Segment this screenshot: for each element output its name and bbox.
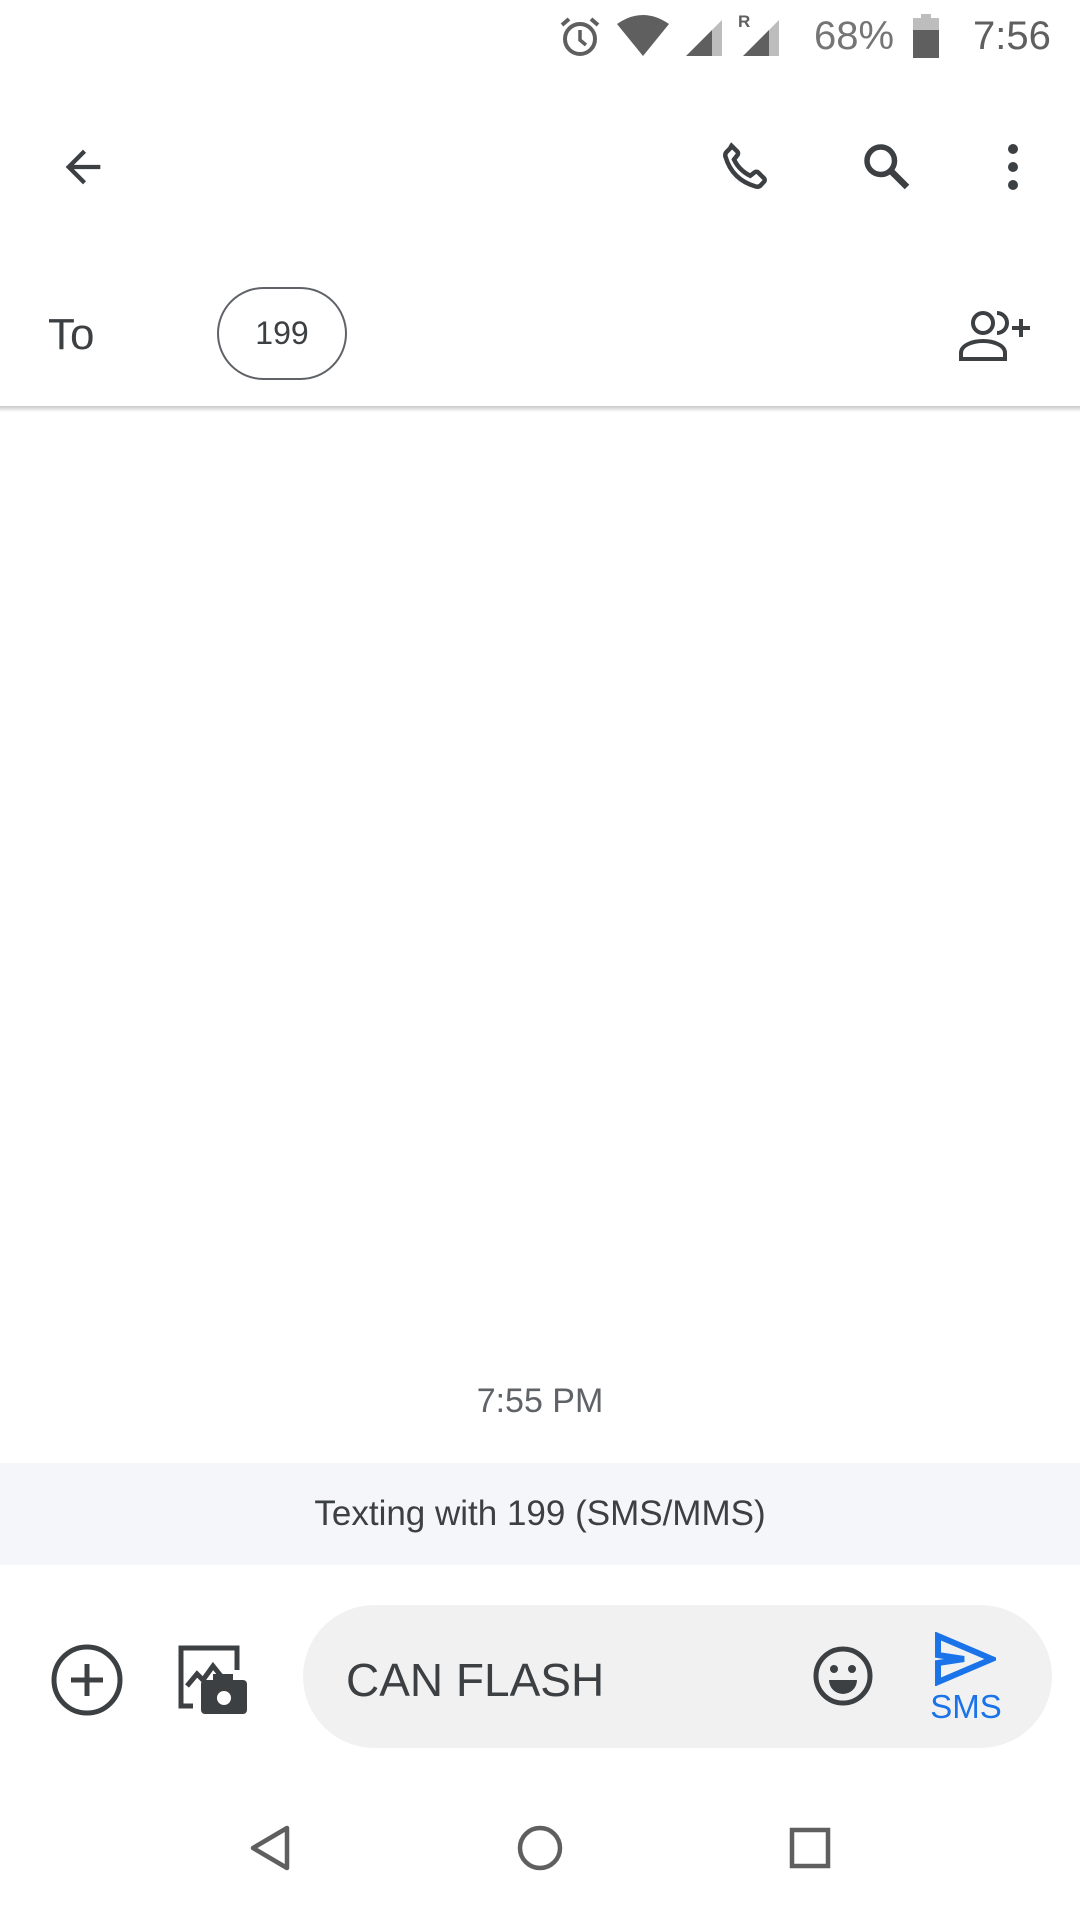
search-icon	[864, 144, 910, 190]
nav-home-icon	[517, 1825, 563, 1871]
gallery-camera-icon	[178, 1645, 247, 1714]
texting-banner: Texting with 199 (SMS/MMS)	[0, 1463, 1080, 1565]
add-circle-icon	[51, 1644, 123, 1716]
emoji-button[interactable]	[803, 1636, 883, 1716]
attach-button[interactable]	[47, 1640, 127, 1720]
send-icon	[935, 1632, 996, 1686]
roaming-signal-icon	[743, 20, 779, 56]
battery-percent: 68%	[814, 14, 895, 58]
add-people-button[interactable]	[955, 295, 1035, 375]
back-arrow-icon	[65, 149, 101, 185]
signal-icon	[686, 20, 722, 56]
battery-icon	[913, 14, 939, 58]
more-options-button[interactable]	[973, 127, 1053, 207]
status-time: 7:56	[973, 14, 1051, 58]
to-label: To	[48, 310, 95, 359]
alarm-icon	[560, 17, 600, 56]
status-bar: R 68% 7:56	[0, 0, 1080, 75]
add-person-icon	[959, 311, 1030, 361]
nav-back-icon	[250, 1825, 290, 1871]
call-button[interactable]	[705, 127, 785, 207]
emoji-icon	[813, 1646, 873, 1706]
send-mode-label: SMS	[930, 1688, 1002, 1725]
phone-icon	[723, 142, 767, 189]
back-button[interactable]	[43, 127, 123, 207]
nav-recents-button[interactable]	[770, 1808, 850, 1888]
message-text: CAN FLASH	[346, 1654, 605, 1706]
more-vert-icon	[1008, 144, 1018, 190]
nav-back-button[interactable]	[230, 1808, 310, 1888]
message-timestamp: 7:55 PM	[476, 1382, 604, 1420]
banner-text: Texting with 199 (SMS/MMS)	[314, 1494, 766, 1533]
nav-home-button[interactable]	[500, 1808, 580, 1888]
recipient-chip[interactable]: 199	[217, 287, 347, 380]
gallery-button[interactable]	[173, 1640, 253, 1720]
wifi-icon	[617, 15, 669, 56]
search-button[interactable]	[847, 127, 927, 207]
header-divider	[0, 406, 1080, 412]
nav-recents-icon	[789, 1827, 831, 1869]
